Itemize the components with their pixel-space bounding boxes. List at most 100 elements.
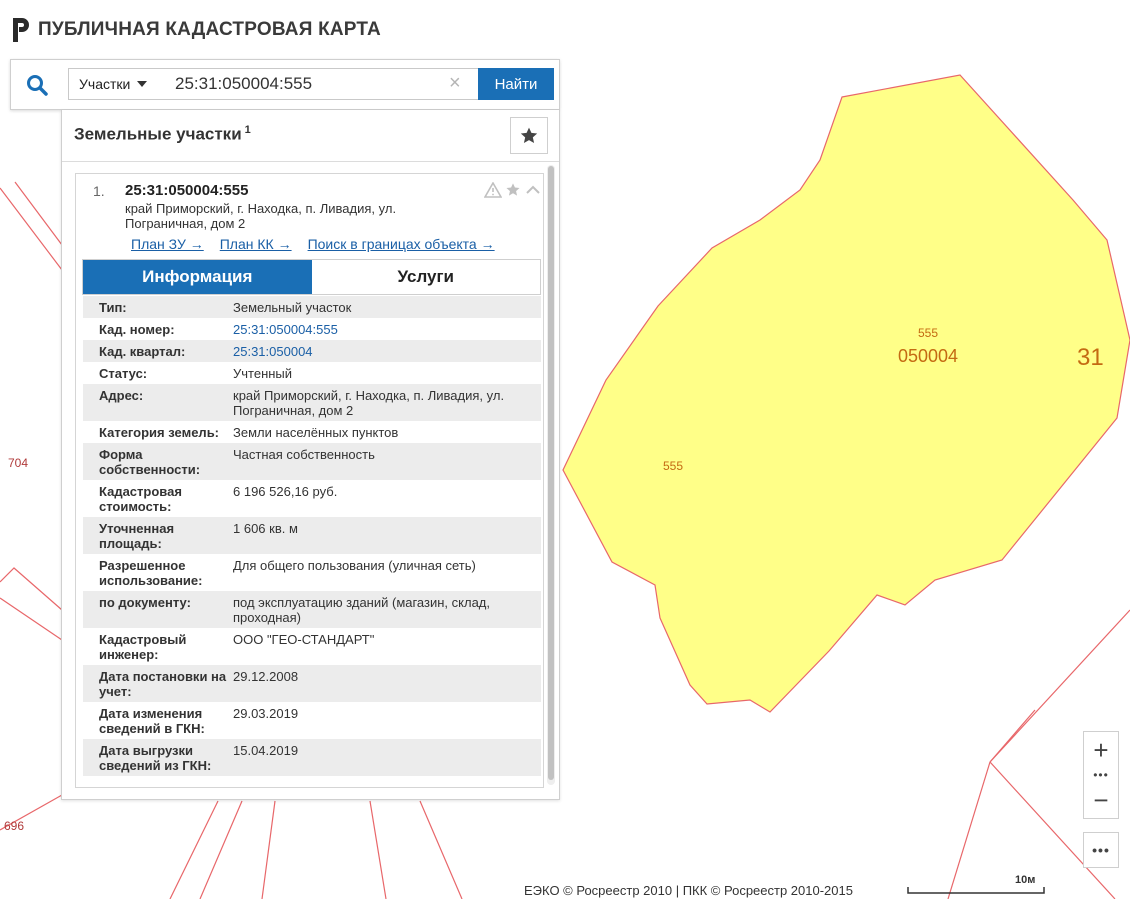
search-type-select[interactable]: Участки <box>68 68 162 100</box>
result-links: План ЗУ → План КК → Поиск в границах объ… <box>131 236 495 252</box>
info-row: Разрешенное использование: Для общего пол… <box>83 554 541 591</box>
results-panel: Земельные участки 1 1. 25:31:050004:555 к… <box>61 110 560 800</box>
info-value: 6 196 526,16 руб. <box>233 484 338 499</box>
search-type-label: Участки <box>79 76 131 92</box>
info-value: Земли населённых пунктов <box>233 425 399 440</box>
info-row: Тип: Земельный участок <box>83 296 541 318</box>
info-key: Разрешенное использование: <box>99 558 203 588</box>
zoom-level-handle[interactable]: ••• <box>1084 769 1118 781</box>
boundary-line <box>14 181 63 246</box>
result-cad-number[interactable]: 25:31:050004:555 <box>125 182 248 199</box>
app-title: ПУБЛИЧНАЯ КАДАСТРОВАЯ КАРТА <box>38 19 381 40</box>
info-value: Земельный участок <box>233 300 352 315</box>
boundary-line <box>199 800 243 899</box>
info-row: Кадастровая стоимость: 6 196 526,16 руб. <box>83 480 541 517</box>
panel-title: Земельные участки 1 <box>74 124 251 144</box>
info-key: по документу: <box>99 595 191 610</box>
info-row: по документу: под эксплуатацию зданий (ма… <box>83 591 541 628</box>
search-icon[interactable] <box>11 60 63 109</box>
map-number-label: 696 <box>4 819 24 833</box>
info-key: Адрес: <box>99 388 144 403</box>
info-row: Кадастровый инженер: ООО "ГЕО-СТАНДАРТ" <box>83 628 541 665</box>
result-card: 1. 25:31:050004:555 край Приморский, г. … <box>75 173 544 788</box>
plan-zu-link[interactable]: План ЗУ → <box>131 236 204 252</box>
boundary-line <box>0 187 63 271</box>
info-value: 29.03.2019 <box>233 706 299 721</box>
info-key: Дата изменения сведений в ГКН: <box>99 706 205 736</box>
info-value: Частная собственность <box>233 447 375 462</box>
info-value: 15.04.2019 <box>233 743 299 758</box>
boundary-line <box>0 597 63 641</box>
info-key: Кад. номер: <box>99 322 175 337</box>
boundary-line <box>989 709 1036 763</box>
tab-services[interactable]: Услуги <box>311 260 540 294</box>
parcel-label-left: 555 <box>663 459 683 473</box>
tab-information[interactable]: Информация <box>83 260 312 294</box>
zoom-in-button[interactable]: + <box>1084 732 1118 768</box>
search-input[interactable] <box>161 68 479 100</box>
search-in-bounds-link[interactable]: Поиск в границах объекта → <box>308 236 495 252</box>
result-count: 1 <box>244 124 251 136</box>
more-button[interactable]: ••• <box>1083 832 1119 868</box>
info-row: Дата изменения сведений в ГКН: 29.03.2019 <box>83 702 541 739</box>
info-key: Кад. квартал: <box>99 344 186 359</box>
zoom-control: + ••• − <box>1083 731 1119 819</box>
info-value: Учтенный <box>233 366 293 381</box>
favorite-button[interactable] <box>510 117 548 154</box>
info-row: Дата выгрузки сведений из ГКН: 15.04.2019 <box>83 739 541 776</box>
info-value: Для общего пользования (уличная сеть) <box>233 558 476 573</box>
info-row: Уточненная площадь: 1 606 кв. м <box>83 517 541 554</box>
star-icon <box>520 127 538 143</box>
result-number: 1. <box>93 183 105 199</box>
plan-kk-link[interactable]: План КК → <box>220 236 292 252</box>
info-row: Статус: Учтенный <box>83 362 541 384</box>
scale-label: 10м <box>1015 874 1036 886</box>
info-row: Кад. номер: 25:31:050004:555 <box>83 318 541 340</box>
info-tabs: Информация Услуги <box>82 259 541 295</box>
info-row: Категория земель: Земли населённых пункто… <box>83 421 541 443</box>
info-table: Тип: Земельный участок Кад. номер: 25:31:05… <box>83 296 541 776</box>
quarter-label: 050004 <box>898 346 958 366</box>
info-key: Кадастровая стоимость: <box>99 484 182 514</box>
boundary-line <box>419 800 463 899</box>
info-key: Дата выгрузки сведений из ГКН: <box>99 743 212 773</box>
info-value[interactable]: 25:31:050004:555 <box>233 322 533 337</box>
info-row: Дата постановки на учет: 29.12.2008 <box>83 665 541 702</box>
info-value[interactable]: 25:31:050004 <box>233 344 533 359</box>
rosreestr-logo-icon <box>13 18 29 42</box>
boundary-line <box>369 800 387 899</box>
clear-icon[interactable]: × <box>449 73 461 93</box>
info-key: Статус: <box>99 366 148 381</box>
chevron-up-icon[interactable] <box>524 182 542 198</box>
zoom-out-button[interactable]: − <box>1084 782 1118 818</box>
parcel-polygon[interactable] <box>562 74 1130 713</box>
boundary-line <box>947 761 991 899</box>
boundary-line <box>261 800 276 899</box>
parcel-label-top: 555 <box>918 326 938 340</box>
card-actions <box>484 182 542 198</box>
boundary-line <box>169 800 219 899</box>
info-value: под эксплуатацию зданий (магазин, склад,… <box>233 595 490 625</box>
search-bar: Участки × Найти <box>10 59 560 110</box>
warning-icon[interactable] <box>484 182 502 198</box>
copyright-text: ЕЭКО © Росреестр 2010 | ПКК © Росреестр … <box>524 883 853 898</box>
info-key: Дата постановки на учет: <box>99 669 227 699</box>
info-key: Категория земель: <box>99 425 220 440</box>
info-row: Адрес: край Приморский, г. Находка, п. Ли… <box>83 384 541 421</box>
info-row: Кад. квартал: 25:31:050004 <box>83 340 541 362</box>
scrollbar-thumb[interactable] <box>548 166 554 780</box>
info-value: 29.12.2008 <box>233 669 299 684</box>
find-button[interactable]: Найти <box>478 68 554 100</box>
district-label: 31 <box>1077 344 1104 371</box>
info-key: Тип: <box>99 300 127 315</box>
result-address: край Приморский, г. Находка, п. Ливадия,… <box>125 201 397 231</box>
panel-header: Земельные участки 1 <box>62 110 559 162</box>
map-number-label: 704 <box>8 456 28 470</box>
star-icon[interactable] <box>504 182 522 198</box>
info-value: край Приморский, г. Находка, п. Ливадия,… <box>233 388 505 418</box>
info-key: Уточненная площадь: <box>99 521 175 551</box>
info-value: 1 606 кв. м <box>233 521 298 536</box>
app-header: ПУБЛИЧНАЯ КАДАСТРОВАЯ КАРТА <box>10 14 381 46</box>
info-key: Форма собственности: <box>99 447 201 477</box>
info-value: ООО "ГЕО-СТАНДАРТ" <box>233 632 375 647</box>
